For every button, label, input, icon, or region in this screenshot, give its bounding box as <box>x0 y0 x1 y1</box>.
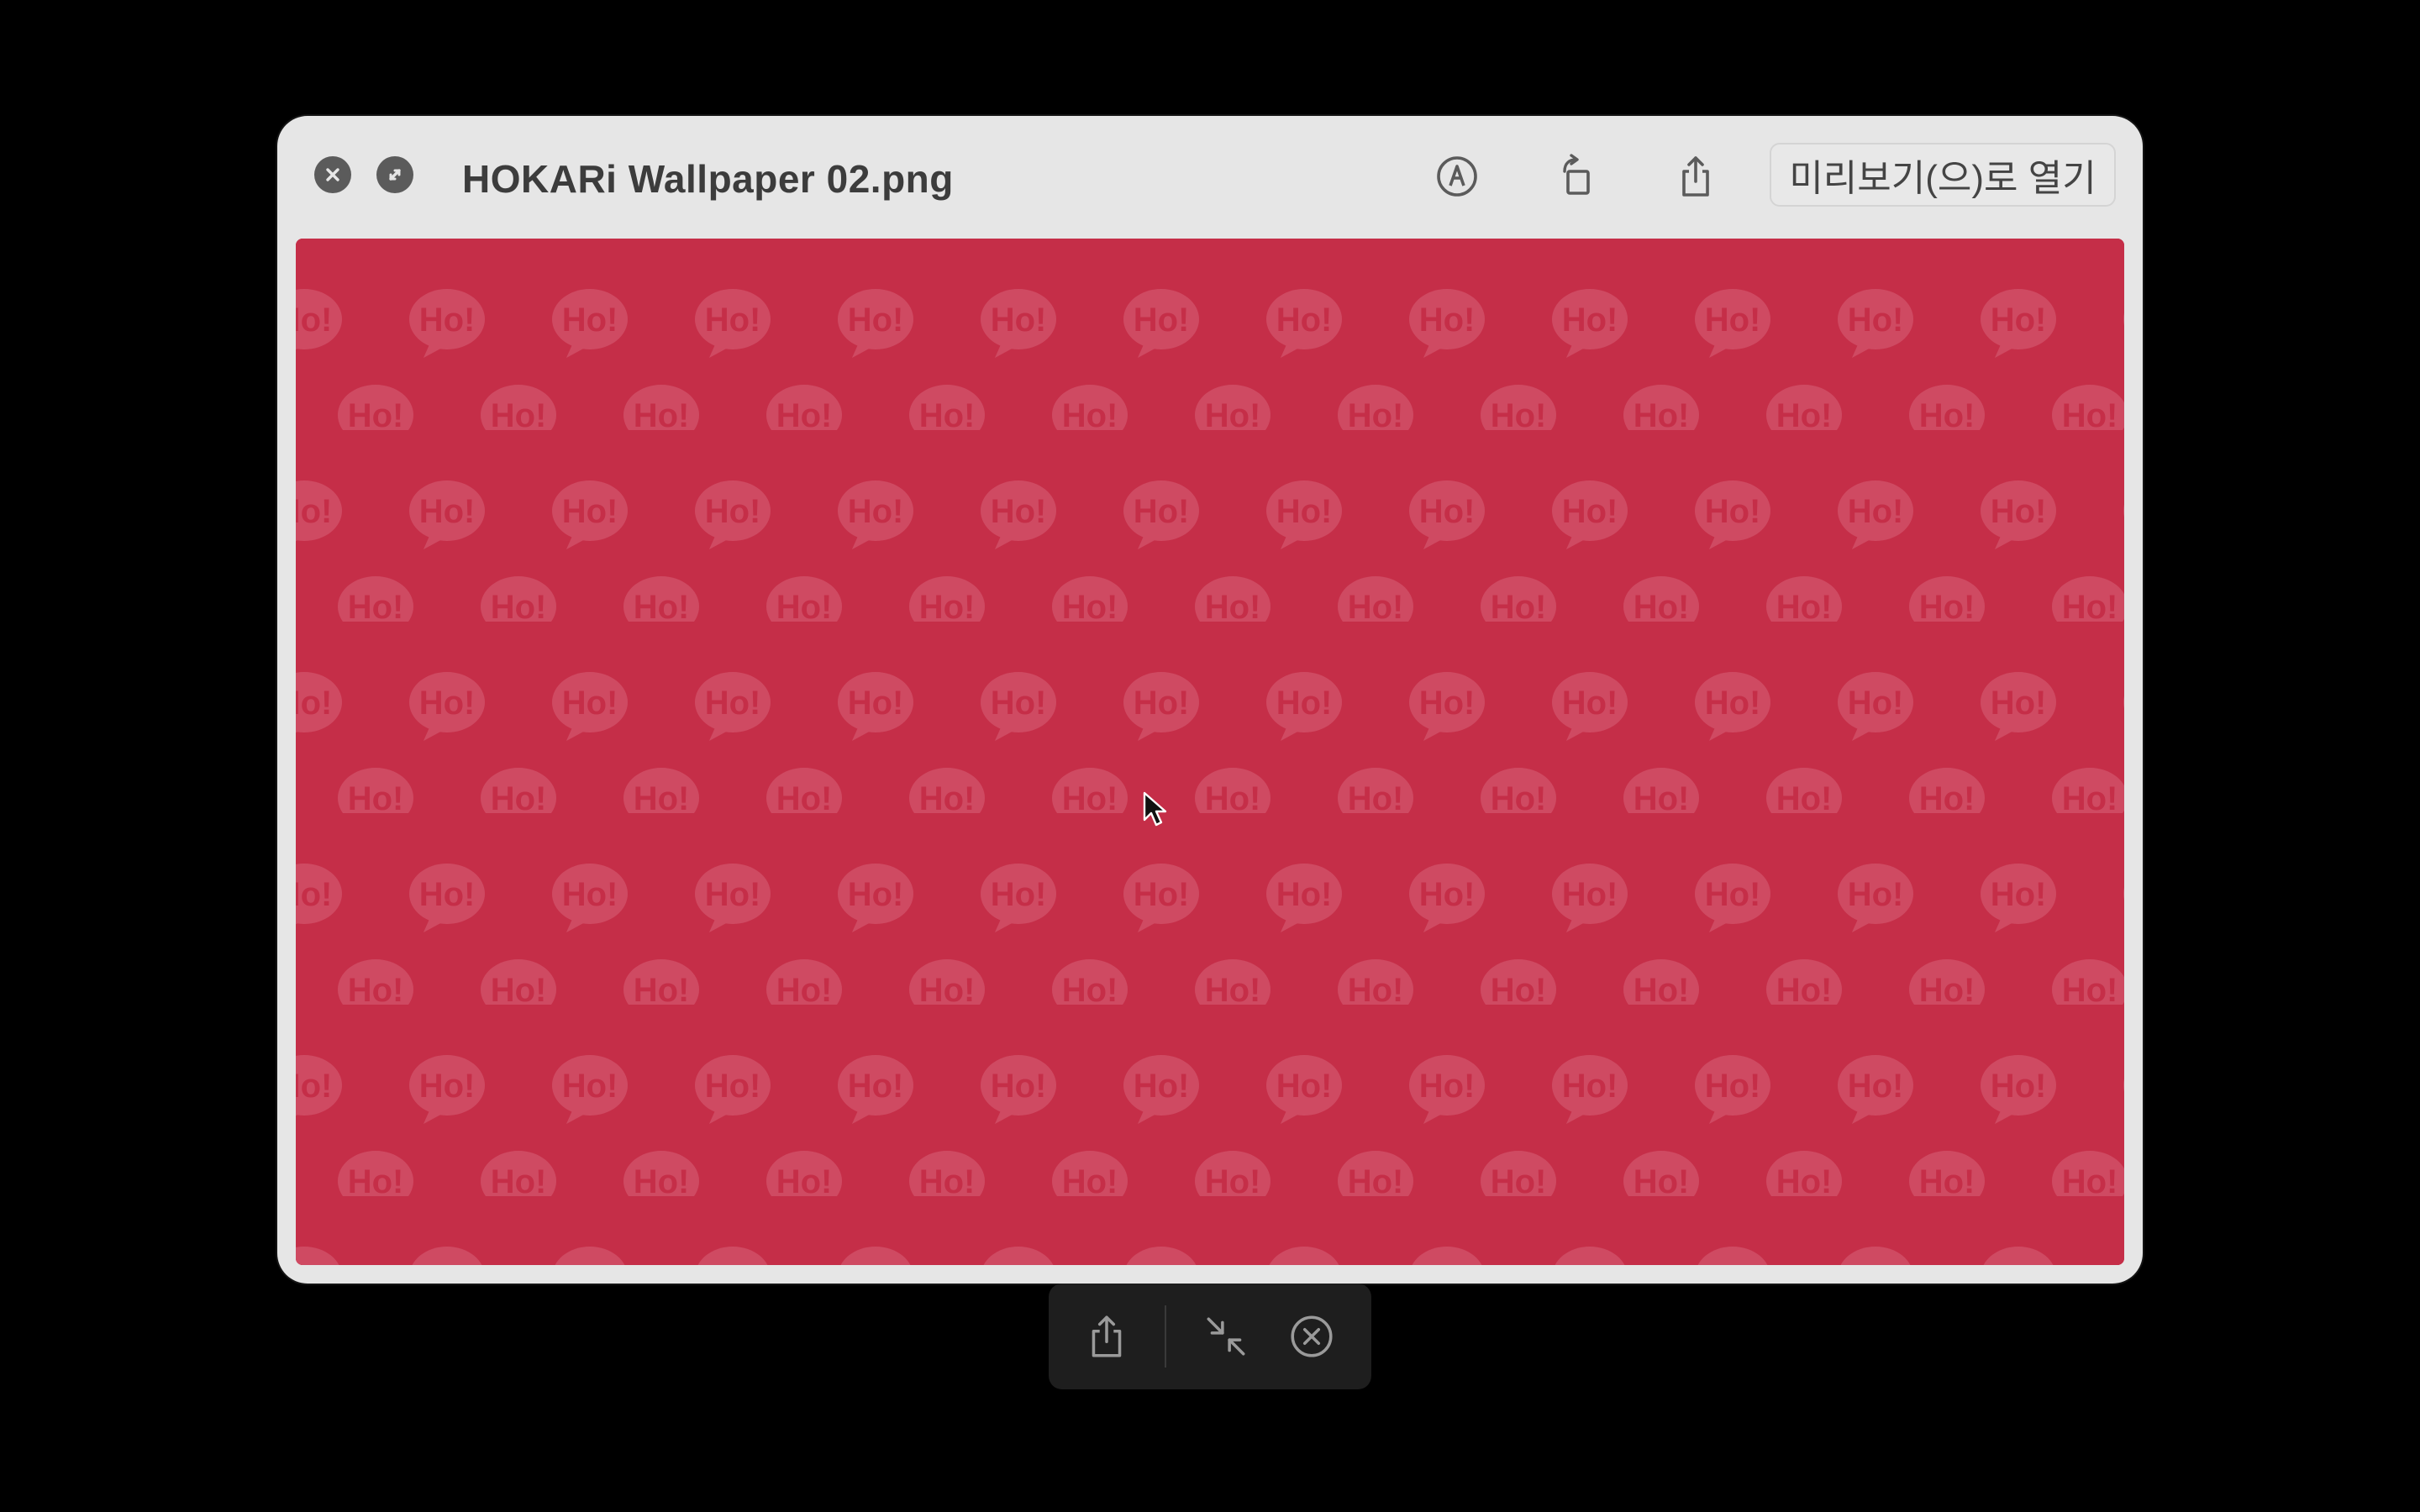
bottom-share-button[interactable] <box>1077 1307 1136 1366</box>
bottom-toolbar <box>1049 1284 1371 1389</box>
mouse-cursor-icon <box>1143 791 1167 827</box>
quicklook-window: HOKARi Wallpaper 02.png 미리보기(으)로 열기 <box>277 116 2143 1284</box>
close-button[interactable] <box>314 156 351 193</box>
close-icon <box>1291 1315 1333 1357</box>
share-icon <box>1682 156 1709 197</box>
titlebar: HOKARi Wallpaper 02.png 미리보기(으)로 열기 <box>277 116 2143 239</box>
exit-fullscreen-icon <box>1207 1317 1245 1356</box>
open-with-preview-button[interactable]: 미리보기(으)로 열기 <box>1770 143 2116 207</box>
share-icon <box>1092 1315 1122 1357</box>
ho-pattern-image: Ho! <box>296 239 2124 1265</box>
markup-button[interactable] <box>1430 150 1484 203</box>
exit-fullscreen-button[interactable] <box>1197 1307 1255 1366</box>
share-button[interactable] <box>1669 150 1723 203</box>
image-preview[interactable]: Ho! <box>296 239 2124 1265</box>
fullscreen-button[interactable] <box>376 156 413 193</box>
markup-icon <box>1437 156 1477 197</box>
fullscreen-icon <box>389 169 401 181</box>
rotate-left-icon <box>1563 154 1590 195</box>
bottom-close-button[interactable] <box>1282 1307 1341 1366</box>
toolbar-divider <box>1165 1305 1166 1368</box>
rotate-button[interactable] <box>1549 150 1603 203</box>
close-icon <box>326 168 339 181</box>
window-title: HOKARi Wallpaper 02.png <box>462 157 954 201</box>
